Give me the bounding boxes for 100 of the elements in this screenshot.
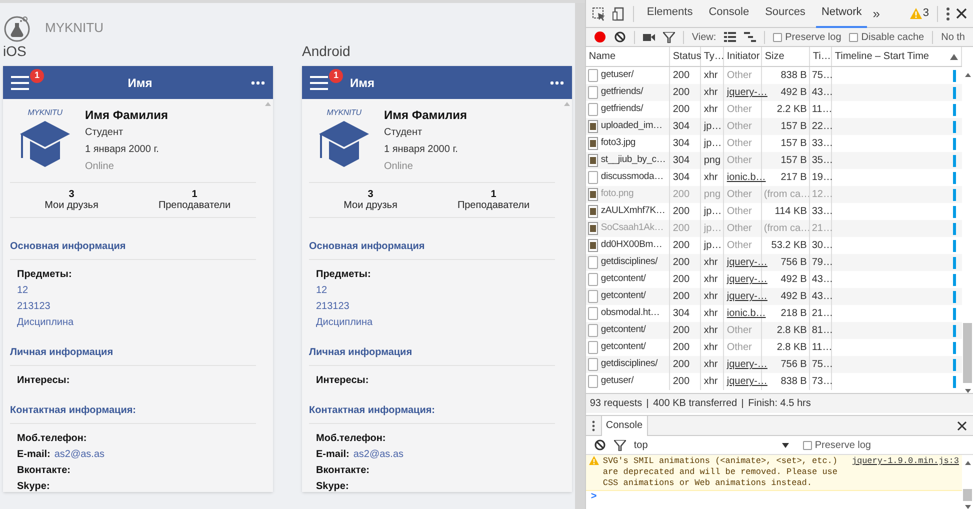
scroll-up-icon: [265, 102, 271, 106]
column-header[interactable]: Initiator: [726, 49, 760, 64]
request-name[interactable]: getuser/: [600, 374, 634, 389]
request-name[interactable]: discussmoda…: [600, 170, 664, 185]
drawer-tab[interactable]: Console: [600, 416, 648, 436]
profile-birthday: 1 января 2000 г.: [85, 143, 160, 157]
graduation-cap-icon: [18, 119, 72, 169]
timeline-bar: [953, 86, 956, 98]
inspect-icon: [592, 6, 606, 20]
request-name[interactable]: dd0HX00Bm…: [600, 238, 662, 253]
initiator-link[interactable]: jquery-…: [726, 376, 768, 387]
request-name[interactable]: zAULXmhf7K…: [600, 204, 666, 219]
request-name[interactable]: getcontent/: [600, 340, 646, 355]
initiator-link[interactable]: jquery-…: [726, 359, 768, 370]
column-header[interactable]: Status: [672, 49, 702, 64]
logo-text: MYKNITU: [326, 107, 362, 119]
initiator-cell: Other: [726, 325, 752, 336]
request-name[interactable]: getdisciplines/: [600, 255, 658, 270]
request-name[interactable]: st__jiub_by_c…: [600, 153, 666, 168]
profile-role: Студент: [384, 126, 424, 140]
initiator-link[interactable]: jquery-…: [726, 291, 768, 302]
email-link[interactable]: as2@as.as: [353, 447, 404, 463]
initiator-link[interactable]: jquery-…: [726, 257, 768, 268]
request-name[interactable]: getuser/: [600, 68, 634, 83]
column-header[interactable]: Timeline – Start Time: [834, 49, 929, 64]
column-header[interactable]: Name: [588, 49, 616, 64]
more-options-icon: [592, 420, 595, 432]
devtools-tab[interactable]: Sources: [760, 0, 810, 28]
video-camera-icon: [642, 32, 655, 42]
throttling-select[interactable]: No th: [941, 30, 965, 44]
request-name[interactable]: getfriends/: [600, 85, 644, 100]
warning-icon: [588, 456, 599, 465]
scroll-up-icon: [964, 461, 970, 465]
request-name[interactable]: getcontent/: [600, 323, 646, 338]
checkbox-option[interactable]: Preserve log: [802, 438, 871, 452]
initiator-cell: Other: [726, 189, 752, 200]
clear-icon: [594, 439, 606, 451]
caret-icon: [782, 442, 789, 448]
subject-link[interactable]: Дисциплина: [17, 315, 256, 331]
context-select[interactable]: top: [634, 438, 789, 452]
initiator-link[interactable]: jquery-…: [726, 87, 768, 98]
timeline-bar: [953, 138, 956, 150]
initiator-link[interactable]: ionic.b…: [726, 172, 766, 183]
platform-label: iOS: [3, 42, 28, 61]
subject-link[interactable]: Дисциплина: [316, 315, 555, 331]
field-label: Моб.телефон:: [17, 432, 87, 446]
profile-birthday: 1 января 2000 г.: [384, 143, 459, 157]
scrollbar[interactable]: [574, 3, 585, 509]
notification-badge: 1: [329, 69, 343, 83]
status-cell: 200: [670, 373, 701, 390]
stat-label: Преподаватели: [457, 200, 530, 211]
close-icon: [957, 420, 967, 430]
field-label: E-mail:: [17, 448, 50, 462]
initiator-link[interactable]: ionic.b…: [726, 308, 766, 319]
field-label: Skype:: [316, 480, 349, 492]
request-name[interactable]: foto3.jpg: [600, 136, 636, 151]
initiator-cell: Other: [726, 104, 752, 115]
stat-count: 3: [368, 189, 374, 200]
timeline-bar: [953, 358, 956, 370]
logo-text: MYKNITU: [28, 107, 62, 119]
menu-button[interactable]: [11, 76, 29, 90]
devtools-tab[interactable]: Console: [704, 0, 754, 28]
subject-link[interactable]: 213123: [316, 299, 555, 315]
devtools-tab[interactable]: Elements: [642, 0, 698, 28]
timeline-bar: [953, 376, 956, 388]
request-name[interactable]: getfriends/: [600, 102, 644, 117]
section-title: Основная информация: [309, 239, 555, 260]
stat-count: 1: [192, 189, 198, 200]
request-name[interactable]: getdisciplines/: [600, 357, 658, 372]
subject-link[interactable]: 12: [316, 283, 555, 299]
request-name[interactable]: getcontent/: [600, 289, 646, 304]
initiator-cell: Other: [726, 138, 752, 149]
section-title: Основная информация: [10, 239, 256, 260]
column-header[interactable]: Ty…: [704, 49, 724, 64]
scrollbar-thumb[interactable]: [963, 323, 972, 383]
source-link[interactable]: jquery-1.9.0.min.js:3: [852, 456, 959, 467]
profile-status: Online: [85, 160, 115, 174]
profile-name: Имя Фамилия: [85, 107, 168, 124]
column-header[interactable]: Ti…: [812, 49, 831, 64]
warnings-counter[interactable]: 3: [910, 5, 929, 22]
checkbox-option[interactable]: Preserve log: [773, 30, 842, 44]
menu-button[interactable]: [310, 76, 328, 90]
scrollbar-thumb[interactable]: [963, 489, 972, 501]
checkbox-option[interactable]: Disable cache: [849, 30, 924, 44]
timeline-bar: [953, 206, 956, 218]
subject-link[interactable]: 213123: [17, 299, 256, 315]
console-prompt[interactable]: >: [586, 491, 602, 503]
subject-link[interactable]: 12: [17, 283, 256, 299]
record-icon: [594, 31, 606, 43]
field-label: Предметы:: [316, 268, 371, 282]
request-name[interactable]: getcontent/: [600, 272, 646, 287]
initiator-link[interactable]: jquery-…: [726, 274, 768, 285]
request-name[interactable]: uploaded_im…: [600, 119, 662, 134]
column-header[interactable]: Size: [764, 49, 784, 64]
timeline-bar: [953, 342, 956, 354]
stat-label: Мои друзья: [344, 200, 398, 211]
more-tabs-button[interactable]: »: [872, 4, 880, 24]
request-name[interactable]: obsmodal.ht…: [600, 306, 660, 321]
type-cell: xhr: [700, 373, 724, 390]
email-link[interactable]: as2@as.as: [54, 447, 105, 463]
